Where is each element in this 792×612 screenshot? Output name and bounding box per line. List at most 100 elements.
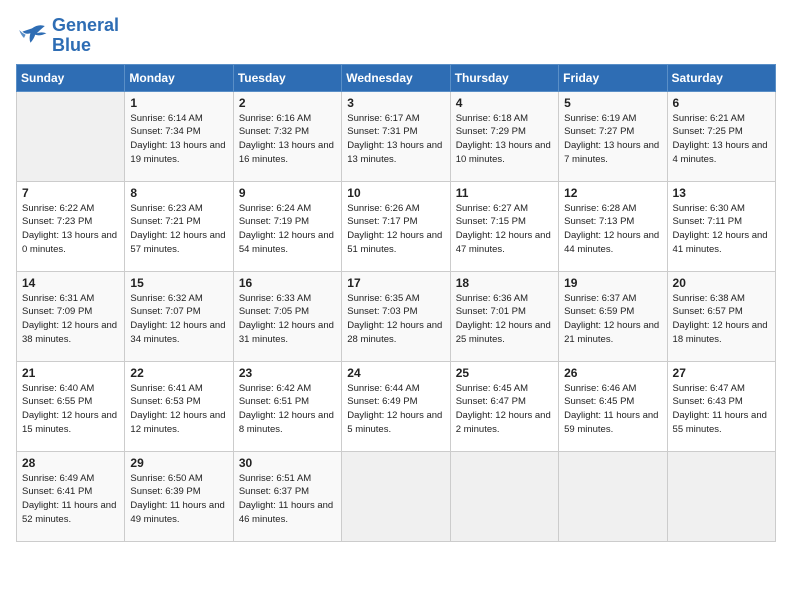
calendar-cell: 18 Sunrise: 6:36 AM Sunset: 7:01 PM Dayl…	[450, 271, 558, 361]
sunrise-label: Sunrise: 6:50 AM	[130, 473, 202, 484]
day-number: 12	[564, 186, 661, 200]
sunset-label: Sunset: 6:51 PM	[239, 396, 309, 407]
col-header-thursday: Thursday	[450, 64, 558, 91]
calendar-cell: 29 Sunrise: 6:50 AM Sunset: 6:39 PM Dayl…	[125, 451, 233, 541]
day-number: 25	[456, 366, 553, 380]
calendar-cell: 30 Sunrise: 6:51 AM Sunset: 6:37 PM Dayl…	[233, 451, 341, 541]
sunset-label: Sunset: 6:39 PM	[130, 486, 200, 497]
calendar-cell: 23 Sunrise: 6:42 AM Sunset: 6:51 PM Dayl…	[233, 361, 341, 451]
calendar-cell	[342, 451, 450, 541]
day-number: 10	[347, 186, 444, 200]
daylight-label: Daylight: 13 hours and 10 minutes.	[456, 140, 551, 165]
sunset-label: Sunset: 7:32 PM	[239, 126, 309, 137]
day-number: 3	[347, 96, 444, 110]
col-header-saturday: Saturday	[667, 64, 775, 91]
day-number: 9	[239, 186, 336, 200]
calendar-cell: 17 Sunrise: 6:35 AM Sunset: 7:03 PM Dayl…	[342, 271, 450, 361]
day-number: 11	[456, 186, 553, 200]
sunset-label: Sunset: 7:09 PM	[22, 306, 92, 317]
day-info: Sunrise: 6:30 AM Sunset: 7:11 PM Dayligh…	[673, 202, 770, 257]
sunrise-label: Sunrise: 6:14 AM	[130, 113, 202, 124]
day-number: 14	[22, 276, 119, 290]
day-number: 23	[239, 366, 336, 380]
col-header-sunday: Sunday	[17, 64, 125, 91]
day-info: Sunrise: 6:46 AM Sunset: 6:45 PM Dayligh…	[564, 382, 661, 437]
calendar-cell: 3 Sunrise: 6:17 AM Sunset: 7:31 PM Dayli…	[342, 91, 450, 181]
sunrise-label: Sunrise: 6:36 AM	[456, 293, 528, 304]
day-info: Sunrise: 6:19 AM Sunset: 7:27 PM Dayligh…	[564, 112, 661, 167]
sunrise-label: Sunrise: 6:18 AM	[456, 113, 528, 124]
sunrise-label: Sunrise: 6:31 AM	[22, 293, 94, 304]
day-number: 7	[22, 186, 119, 200]
calendar-cell: 9 Sunrise: 6:24 AM Sunset: 7:19 PM Dayli…	[233, 181, 341, 271]
sunset-label: Sunset: 7:31 PM	[347, 126, 417, 137]
daylight-label: Daylight: 13 hours and 4 minutes.	[673, 140, 768, 165]
sunrise-label: Sunrise: 6:33 AM	[239, 293, 311, 304]
day-number: 15	[130, 276, 227, 290]
day-info: Sunrise: 6:26 AM Sunset: 7:17 PM Dayligh…	[347, 202, 444, 257]
calendar-cell: 19 Sunrise: 6:37 AM Sunset: 6:59 PM Dayl…	[559, 271, 667, 361]
day-info: Sunrise: 6:47 AM Sunset: 6:43 PM Dayligh…	[673, 382, 770, 437]
sunrise-label: Sunrise: 6:22 AM	[22, 203, 94, 214]
daylight-label: Daylight: 11 hours and 46 minutes.	[239, 500, 333, 525]
calendar-cell: 28 Sunrise: 6:49 AM Sunset: 6:41 PM Dayl…	[17, 451, 125, 541]
day-number: 24	[347, 366, 444, 380]
day-number: 18	[456, 276, 553, 290]
sunset-label: Sunset: 6:41 PM	[22, 486, 92, 497]
sunrise-label: Sunrise: 6:37 AM	[564, 293, 636, 304]
calendar-cell: 26 Sunrise: 6:46 AM Sunset: 6:45 PM Dayl…	[559, 361, 667, 451]
day-number: 16	[239, 276, 336, 290]
calendar-cell: 25 Sunrise: 6:45 AM Sunset: 6:47 PM Dayl…	[450, 361, 558, 451]
calendar-cell: 10 Sunrise: 6:26 AM Sunset: 7:17 PM Dayl…	[342, 181, 450, 271]
sunset-label: Sunset: 6:53 PM	[130, 396, 200, 407]
daylight-label: Daylight: 12 hours and 21 minutes.	[564, 320, 659, 345]
day-info: Sunrise: 6:27 AM Sunset: 7:15 PM Dayligh…	[456, 202, 553, 257]
day-number: 22	[130, 366, 227, 380]
calendar-cell: 22 Sunrise: 6:41 AM Sunset: 6:53 PM Dayl…	[125, 361, 233, 451]
daylight-label: Daylight: 12 hours and 54 minutes.	[239, 230, 334, 255]
logo-icon	[16, 22, 48, 50]
daylight-label: Daylight: 13 hours and 16 minutes.	[239, 140, 334, 165]
daylight-label: Daylight: 12 hours and 34 minutes.	[130, 320, 225, 345]
sunrise-label: Sunrise: 6:35 AM	[347, 293, 419, 304]
calendar-cell: 2 Sunrise: 6:16 AM Sunset: 7:32 PM Dayli…	[233, 91, 341, 181]
day-info: Sunrise: 6:28 AM Sunset: 7:13 PM Dayligh…	[564, 202, 661, 257]
calendar-cell: 14 Sunrise: 6:31 AM Sunset: 7:09 PM Dayl…	[17, 271, 125, 361]
sunset-label: Sunset: 6:45 PM	[564, 396, 634, 407]
sunset-label: Sunset: 7:01 PM	[456, 306, 526, 317]
sunrise-label: Sunrise: 6:16 AM	[239, 113, 311, 124]
daylight-label: Daylight: 12 hours and 47 minutes.	[456, 230, 551, 255]
sunset-label: Sunset: 6:49 PM	[347, 396, 417, 407]
sunrise-label: Sunrise: 6:49 AM	[22, 473, 94, 484]
day-info: Sunrise: 6:17 AM Sunset: 7:31 PM Dayligh…	[347, 112, 444, 167]
daylight-label: Daylight: 12 hours and 15 minutes.	[22, 410, 117, 435]
day-info: Sunrise: 6:21 AM Sunset: 7:25 PM Dayligh…	[673, 112, 770, 167]
sunset-label: Sunset: 6:59 PM	[564, 306, 634, 317]
sunrise-label: Sunrise: 6:45 AM	[456, 383, 528, 394]
sunrise-label: Sunrise: 6:44 AM	[347, 383, 419, 394]
sunset-label: Sunset: 7:21 PM	[130, 216, 200, 227]
calendar-cell	[667, 451, 775, 541]
sunrise-label: Sunrise: 6:28 AM	[564, 203, 636, 214]
sunset-label: Sunset: 7:27 PM	[564, 126, 634, 137]
sunrise-label: Sunrise: 6:46 AM	[564, 383, 636, 394]
sunset-label: Sunset: 7:19 PM	[239, 216, 309, 227]
sunset-label: Sunset: 6:37 PM	[239, 486, 309, 497]
daylight-label: Daylight: 12 hours and 41 minutes.	[673, 230, 768, 255]
day-number: 28	[22, 456, 119, 470]
day-info: Sunrise: 6:32 AM Sunset: 7:07 PM Dayligh…	[130, 292, 227, 347]
calendar-cell: 4 Sunrise: 6:18 AM Sunset: 7:29 PM Dayli…	[450, 91, 558, 181]
day-info: Sunrise: 6:45 AM Sunset: 6:47 PM Dayligh…	[456, 382, 553, 437]
day-number: 6	[673, 96, 770, 110]
sunset-label: Sunset: 7:05 PM	[239, 306, 309, 317]
sunrise-label: Sunrise: 6:19 AM	[564, 113, 636, 124]
daylight-label: Daylight: 13 hours and 13 minutes.	[347, 140, 442, 165]
day-info: Sunrise: 6:50 AM Sunset: 6:39 PM Dayligh…	[130, 472, 227, 527]
day-number: 8	[130, 186, 227, 200]
daylight-label: Daylight: 12 hours and 5 minutes.	[347, 410, 442, 435]
daylight-label: Daylight: 11 hours and 52 minutes.	[22, 500, 116, 525]
calendar-cell: 6 Sunrise: 6:21 AM Sunset: 7:25 PM Dayli…	[667, 91, 775, 181]
sunrise-label: Sunrise: 6:30 AM	[673, 203, 745, 214]
daylight-label: Daylight: 12 hours and 2 minutes.	[456, 410, 551, 435]
day-info: Sunrise: 6:36 AM Sunset: 7:01 PM Dayligh…	[456, 292, 553, 347]
